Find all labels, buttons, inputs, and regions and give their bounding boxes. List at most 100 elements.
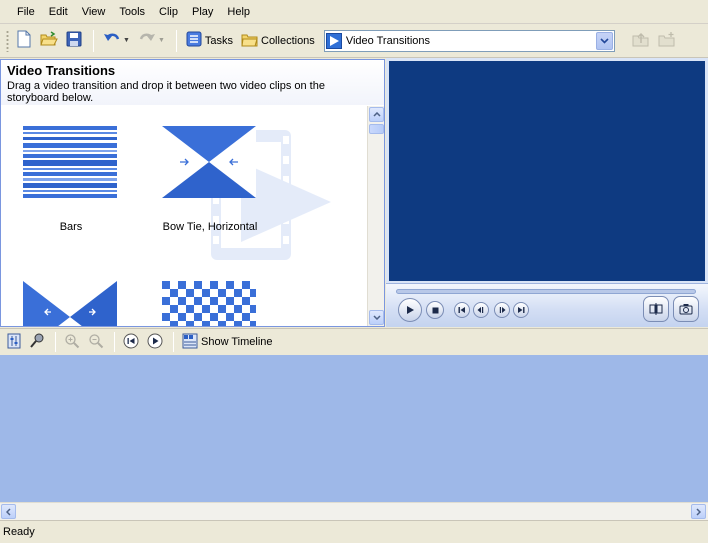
previous-frame-button[interactable] — [454, 302, 470, 318]
vertical-scrollbar[interactable] — [367, 106, 384, 326]
scroll-up-button[interactable] — [369, 107, 384, 122]
audio-levels-icon — [7, 333, 21, 352]
zoom-in-icon — [64, 333, 80, 352]
play-icon — [147, 333, 163, 352]
save-project-button[interactable] — [63, 29, 85, 53]
pane-description: Drag a video transition and drop it betw… — [7, 80, 325, 104]
up-one-level-button[interactable] — [629, 29, 653, 53]
play-storyboard-button[interactable] — [144, 330, 166, 354]
rewind-icon — [477, 307, 484, 313]
play-icon — [407, 306, 414, 314]
video-transitions-icon — [325, 32, 342, 49]
stop-icon — [432, 307, 438, 313]
forward-icon — [499, 307, 506, 313]
next-frame-button[interactable] — [513, 302, 529, 318]
redo-arrow-icon — [138, 31, 156, 50]
preview-monitor — [386, 58, 708, 327]
bars-transition-icon — [23, 126, 117, 198]
narrate-timeline-button[interactable] — [26, 330, 48, 354]
main-toolbar: ▼ ▼ Tasks Collections Video Transitions — [0, 24, 708, 58]
new-project-button[interactable] — [13, 29, 35, 53]
scroll-down-button[interactable] — [369, 310, 384, 325]
menu-play[interactable]: Play — [185, 4, 220, 20]
bow-tie-vertical-icon — [23, 281, 117, 326]
camera-icon — [679, 304, 693, 315]
open-folder-icon — [40, 31, 58, 50]
play-button[interactable] — [398, 298, 422, 322]
take-picture-button[interactable] — [673, 296, 699, 322]
microphone-icon — [29, 333, 45, 352]
open-project-button[interactable] — [37, 29, 61, 53]
split-clip-button[interactable] — [643, 296, 669, 322]
storyboard-area[interactable] — [0, 355, 708, 502]
bow-tie-horizontal-icon — [162, 126, 256, 198]
set-audio-levels-button[interactable] — [4, 330, 24, 354]
transition-checkerboard[interactable] — [162, 281, 258, 326]
zoom-out-button[interactable] — [85, 330, 107, 354]
collections-folder-icon — [241, 32, 258, 50]
menu-clip[interactable]: Clip — [152, 4, 185, 20]
transition-bars[interactable]: Bars — [23, 126, 119, 233]
zoom-in-button[interactable] — [61, 330, 83, 354]
storyboard-toolbar: Show Timeline — [0, 328, 708, 355]
tasks-button[interactable]: Tasks — [183, 29, 236, 53]
transition-bow-tie-vertical[interactable] — [23, 281, 119, 326]
collection-combobox[interactable]: Video Transitions — [323, 29, 615, 52]
scroll-right-button[interactable] — [691, 504, 706, 519]
forward-button[interactable] — [494, 302, 510, 318]
chevron-up-icon — [372, 112, 381, 117]
tasks-label: Tasks — [204, 34, 233, 47]
rewind-storyboard-button[interactable] — [120, 330, 142, 354]
toolbar-separator — [55, 332, 56, 352]
previous-icon — [458, 307, 465, 313]
transition-label: Bars — [59, 221, 83, 233]
back-button[interactable] — [473, 302, 489, 318]
menu-view[interactable]: View — [75, 4, 113, 20]
stop-button[interactable] — [426, 301, 444, 319]
seek-bar[interactable] — [396, 289, 696, 294]
show-timeline-button[interactable]: Show Timeline — [179, 330, 276, 354]
new-document-icon — [16, 30, 32, 51]
toolbar-separator — [173, 332, 174, 352]
timeline-icon — [182, 333, 198, 352]
undo-arrow-icon — [103, 31, 121, 50]
monitor-controls — [386, 283, 708, 327]
collection-combo-value: Video Transitions — [345, 34, 430, 47]
menu-help[interactable]: Help — [220, 4, 257, 20]
zoom-out-icon — [88, 333, 104, 352]
collections-label: Collections — [261, 34, 315, 47]
status-text: Ready — [3, 526, 35, 538]
toolbar-separator — [93, 29, 94, 52]
transition-label: Bow Tie, Horizontal — [162, 221, 258, 233]
next-icon — [518, 307, 525, 313]
status-bar: Ready — [0, 520, 708, 543]
scroll-left-button[interactable] — [1, 504, 16, 519]
undo-button[interactable]: ▼ — [100, 29, 133, 53]
menu-edit[interactable]: Edit — [42, 4, 75, 20]
chevron-right-icon — [696, 507, 701, 516]
monitor-screen — [389, 61, 705, 281]
chevron-down-icon — [372, 315, 381, 320]
new-collection-folder-button[interactable] — [655, 29, 679, 53]
collections-button[interactable]: Collections — [238, 29, 318, 53]
chevron-down-icon[interactable] — [595, 31, 613, 50]
up-folder-icon — [632, 31, 650, 50]
toolbar-grip[interactable] — [6, 29, 9, 52]
undo-dropdown-icon[interactable]: ▼ — [123, 37, 130, 44]
save-disk-icon — [66, 31, 82, 50]
toolbar-separator — [114, 332, 115, 352]
new-folder-icon — [658, 31, 676, 50]
tasks-list-icon — [186, 31, 202, 50]
scroll-thumb[interactable] — [369, 124, 384, 134]
chevron-left-icon — [6, 507, 11, 516]
rewind-icon — [123, 333, 139, 352]
toolbar-separator — [175, 29, 177, 52]
transition-bow-tie-horizontal[interactable]: Bow Tie, Horizontal — [162, 126, 258, 233]
menu-tools[interactable]: Tools — [112, 4, 152, 20]
redo-dropdown-icon[interactable]: ▼ — [158, 37, 165, 44]
menu-file[interactable]: File — [10, 4, 42, 20]
transitions-grid: Bars Bow Tie, Horizontal — [1, 106, 367, 326]
horizontal-scrollbar[interactable] — [0, 502, 708, 520]
redo-button[interactable]: ▼ — [135, 29, 168, 53]
show-timeline-label: Show Timeline — [201, 336, 273, 348]
